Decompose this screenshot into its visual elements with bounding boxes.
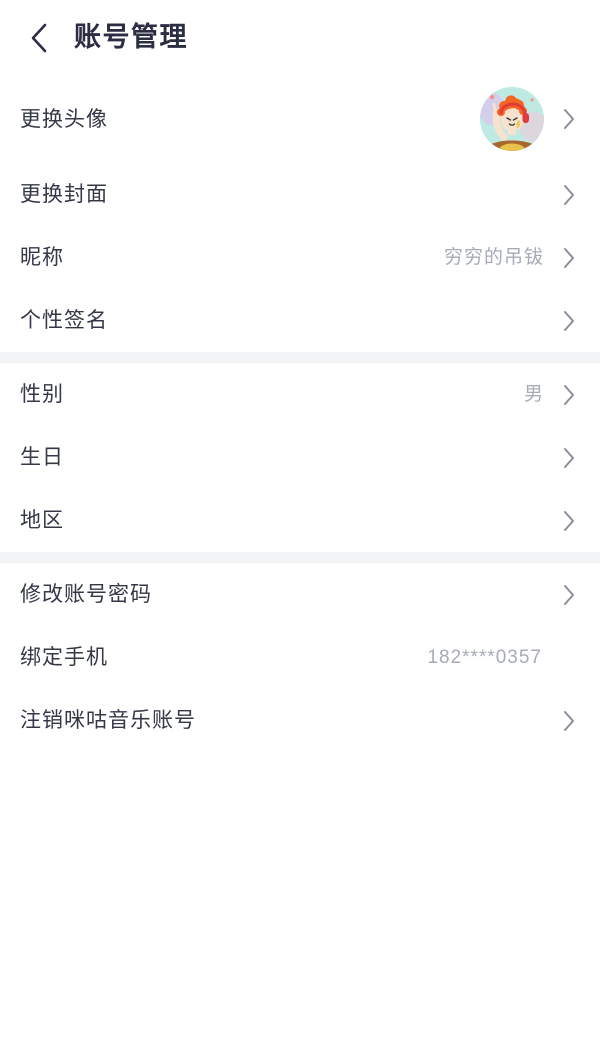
row-label: 修改账号密码 <box>20 583 152 606</box>
user-avatar-image <box>480 87 544 151</box>
page-title: 账号管理 <box>74 22 188 52</box>
row-delete-account[interactable]: 注销咪咕音乐账号 <box>0 689 600 752</box>
row-value: 男 <box>523 384 544 405</box>
row-label: 绑定手机 <box>20 646 108 669</box>
settings-list: 更换头像 更换封面 昵称 穷穷的吊钹 个性签名 性别 男 生日 地区 修改账号密… <box>0 75 600 1039</box>
row-value: 182****0357 <box>427 647 542 668</box>
row-birthday[interactable]: 生日 <box>0 426 600 489</box>
chevron-right-icon <box>558 510 580 532</box>
row-value: 穷穷的吊钹 <box>443 247 544 268</box>
row-label: 昵称 <box>20 246 64 269</box>
row-nickname[interactable]: 昵称 穷穷的吊钹 <box>0 226 600 289</box>
chevron-right-icon <box>558 384 580 406</box>
row-change-avatar[interactable]: 更换头像 <box>0 75 600 163</box>
chevron-right-icon <box>558 310 580 332</box>
row-label: 生日 <box>20 446 64 469</box>
chevron-left-icon <box>28 22 50 54</box>
section-profile-media: 更换头像 更换封面 昵称 穷穷的吊钹 个性签名 <box>0 75 600 352</box>
row-change-cover[interactable]: 更换封面 <box>0 163 600 226</box>
row-label: 性别 <box>20 383 64 406</box>
row-label: 更换封面 <box>20 183 108 206</box>
chevron-right-icon <box>558 247 580 269</box>
chevron-right-icon <box>558 447 580 469</box>
section-divider <box>0 352 600 363</box>
chevron-right-icon <box>558 584 580 606</box>
row-signature[interactable]: 个性签名 <box>0 289 600 352</box>
row-label: 更换头像 <box>20 107 108 131</box>
chevron-right-icon <box>558 184 580 206</box>
section-personal-info: 性别 男生日地区 <box>0 363 600 552</box>
section-account-security: 修改账号密码 绑定手机 182****0357 注销咪咕音乐账号 <box>0 563 600 752</box>
row-region[interactable]: 地区 <box>0 489 600 552</box>
back-button[interactable] <box>22 21 56 55</box>
row-label: 注销咪咕音乐账号 <box>20 709 196 732</box>
avatar[interactable] <box>480 87 544 151</box>
row-label: 地区 <box>20 509 64 532</box>
row-gender[interactable]: 性别 男 <box>0 363 600 426</box>
row-bound-phone[interactable]: 绑定手机 182****0357 <box>0 626 600 689</box>
chevron-right-icon <box>558 710 580 732</box>
section-divider <box>0 552 600 563</box>
row-change-password[interactable]: 修改账号密码 <box>0 563 600 626</box>
chevron-right-icon <box>558 108 580 130</box>
row-label: 个性签名 <box>20 309 108 332</box>
page-header: 账号管理 <box>0 0 600 75</box>
account-management-screen: 账号管理 更换头像 更换封面 昵称 穷穷的吊钹 个性签名 性别 男 生日 地区 … <box>0 0 600 1039</box>
